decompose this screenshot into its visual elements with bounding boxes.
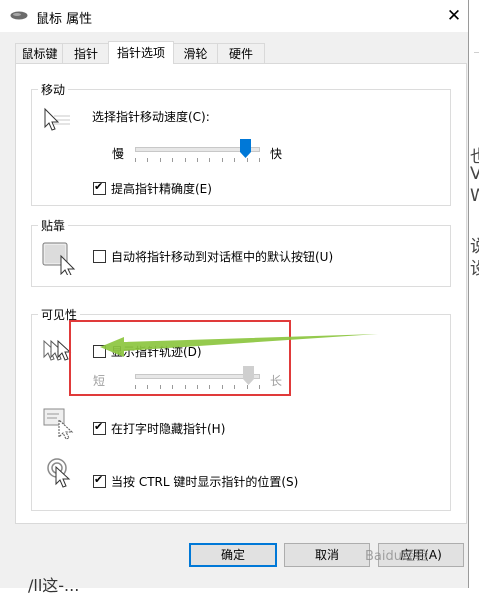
snap-label: 自动将指针移动到对话框中的默认按钮(U) (111, 250, 334, 264)
precision-checkbox[interactable]: ✔ (93, 180, 106, 195)
hide-pointer-icon (43, 408, 74, 440)
desktop-text: Vi (470, 164, 479, 184)
short-label: 短 (93, 374, 106, 388)
slider-tick (234, 158, 235, 162)
pointer-speed-slider[interactable] (135, 139, 260, 167)
ctrl-location-checkbox[interactable]: ✔ (93, 473, 106, 488)
pointer-speed-icon (44, 107, 70, 131)
mouse-icon (10, 11, 28, 20)
desktop-text: W (470, 186, 479, 206)
tab-pointers[interactable]: 指针 (62, 43, 110, 64)
slider-tick (234, 385, 235, 389)
slider-tick (197, 158, 198, 162)
tab-panel: 移动 选择指针移动速度(C): 慢 快 ✔ 提高指针精确度(E) 贴靠 自动将指… (15, 63, 467, 524)
slider-tick (135, 158, 136, 162)
desktop-text: 设 (470, 259, 479, 279)
slider-tick (222, 385, 223, 389)
slider-tick (185, 158, 186, 162)
hide-while-typing-checkbox[interactable]: ✔ (93, 420, 106, 435)
snap-checkbox[interactable] (93, 250, 106, 263)
show-location-icon (47, 458, 71, 488)
visibility-group: 可见性 显示指针轨迹(D) 短 长 ✔ 在打字时隐藏指针(H) ✔ 当按 CTR… (31, 306, 451, 511)
slider-tick (147, 385, 148, 389)
long-label: 长 (270, 374, 283, 388)
cancel-button[interactable]: 取消 (284, 543, 370, 567)
slider-track (135, 374, 260, 379)
precision-label: 提高指针精确度(E) (111, 182, 212, 196)
snap-group-title: 贴靠 (38, 217, 69, 234)
tab-pointer-options[interactable]: 指针选项 (108, 41, 174, 64)
motion-group: 移动 选择指针移动速度(C): 慢 快 ✔ 提高指针精确度(E) (31, 81, 451, 206)
window-title: 鼠标 属性 (36, 12, 93, 27)
slider-tick (259, 385, 260, 389)
slider-thumb[interactable] (243, 366, 254, 385)
slider-tick (185, 385, 186, 389)
ok-button[interactable]: 确定 (189, 543, 277, 567)
slider-tick (247, 158, 248, 162)
visibility-group-title: 可见性 (38, 306, 81, 323)
slow-label: 慢 (112, 147, 125, 161)
tab-hardware[interactable]: 硬件 (217, 43, 265, 64)
slider-tick (172, 158, 173, 162)
snap-to-icon (42, 242, 76, 275)
close-button[interactable]: ✕ (442, 4, 466, 28)
trails-checkbox[interactable] (93, 345, 106, 358)
pointer-trails-icon (43, 339, 72, 361)
slider-tick (259, 158, 260, 162)
motion-group-title: 移动 (38, 81, 69, 98)
tab-buttons[interactable]: 鼠标键 (15, 43, 64, 64)
mouse-properties-dialog: 鼠标 属性 ✕ 鼠标键 指针 指针选项 滑轮 硬件 移动 选择指针移动速度(C)… (0, 0, 469, 588)
slider-tick (197, 385, 198, 389)
slider-tick (209, 385, 210, 389)
trails-label: 显示指针轨迹(D) (111, 345, 202, 359)
slider-tick (222, 158, 223, 162)
slider-tick (135, 385, 136, 389)
slider-tick (147, 158, 148, 162)
desktop-line (474, 52, 479, 53)
check-icon: ✔ (94, 180, 104, 193)
trail-length-slider[interactable] (135, 366, 260, 394)
desktop-background (468, 0, 479, 588)
hide-while-typing-label: 在打字时隐藏指针(H) (111, 422, 226, 436)
watermark: Baidu经验 (365, 549, 428, 564)
slider-tick (247, 385, 248, 389)
check-icon: ✔ (94, 473, 104, 486)
title-bar[interactable]: 鼠标 属性 ✕ (0, 0, 468, 32)
slider-thumb[interactable] (240, 139, 251, 158)
desktop-bottom-text: /ll这-... (28, 576, 80, 595)
slider-tick (160, 158, 161, 162)
slider-tick (172, 385, 173, 389)
snap-group: 贴靠 自动将指针移动到对话框中的默认按钮(U) (31, 217, 451, 287)
ctrl-location-label: 当按 CTRL 键时显示指针的位置(S) (111, 475, 299, 489)
tab-wheel[interactable]: 滑轮 (172, 43, 219, 64)
slider-tick (209, 158, 210, 162)
slider-tick (160, 385, 161, 389)
speed-label: 选择指针移动速度(C): (92, 110, 210, 124)
fast-label: 快 (270, 147, 283, 161)
check-icon: ✔ (94, 420, 104, 433)
